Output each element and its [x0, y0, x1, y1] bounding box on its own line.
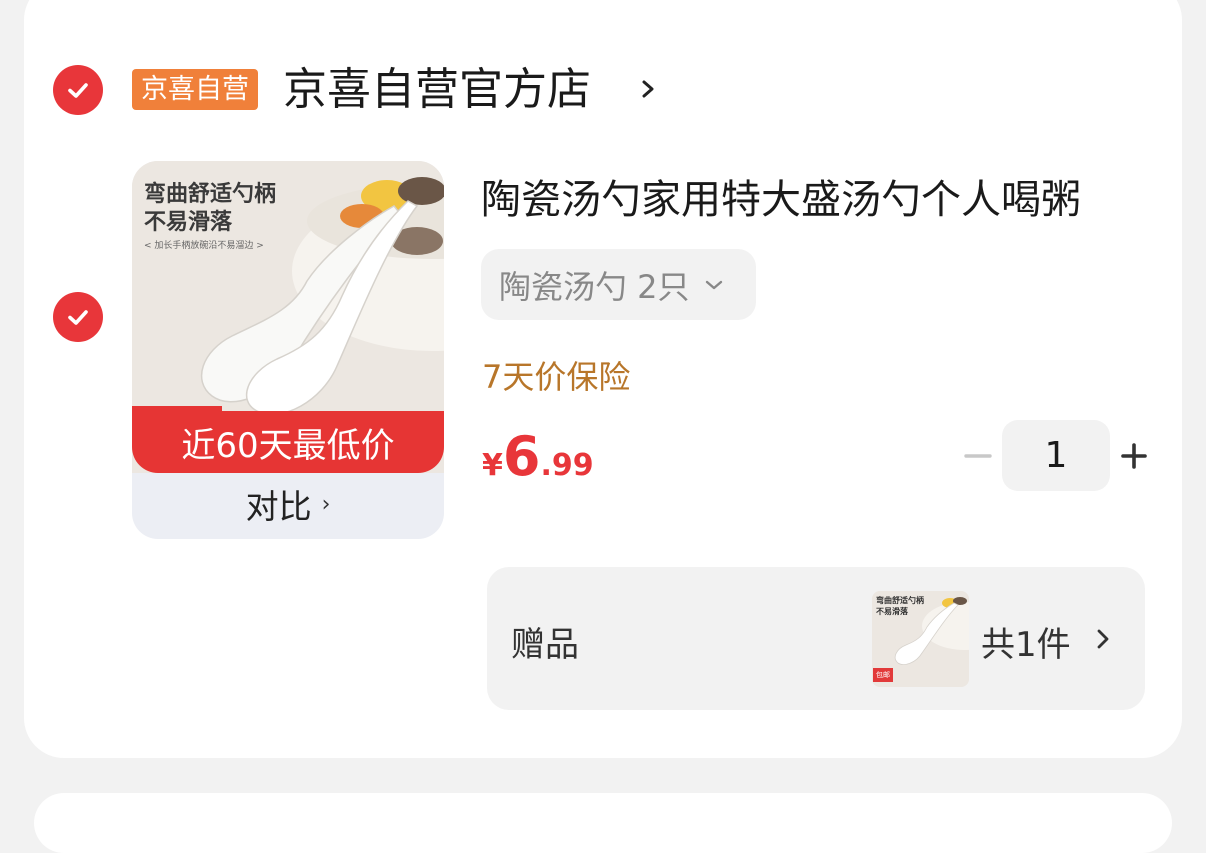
gift-thumb-tag: 包邮 — [873, 668, 893, 682]
image-caption: 弯曲舒适勺柄 不易滑落 — [144, 181, 276, 237]
gift-thumb-caption-line2: 不易滑落 — [876, 607, 908, 616]
price-integer: 6 — [502, 425, 541, 488]
product-image[interactable]: 弯曲舒适勺柄 不易滑落 < 加长手柄放碗沿不易溜边 > 近60天最低价 对比 › — [132, 161, 444, 539]
item-select-checkbox[interactable] — [53, 292, 103, 342]
gift-row[interactable]: 赠品 弯曲舒适勺柄 不易滑落 包邮 共1件 — [487, 567, 1145, 710]
gift-thumb-caption-line1: 弯曲舒适勺柄 — [876, 596, 924, 605]
low-price-banner: 近60天最低价 — [132, 411, 444, 473]
image-caption-small: < 加长手柄放碗沿不易溜边 > — [144, 241, 264, 251]
gift-count: 共1件 — [981, 625, 1071, 665]
gift-thumbnail: 弯曲舒适勺柄 不易滑落 包邮 — [872, 591, 969, 687]
spec-selector[interactable]: 陶瓷汤勺 2只 — [481, 249, 756, 320]
price-decimal: .99 — [540, 448, 594, 483]
chevron-down-icon — [705, 280, 722, 289]
checkmark-icon — [68, 310, 88, 325]
minus-icon[interactable] — [964, 441, 992, 471]
image-caption-line1: 弯曲舒适勺柄 — [144, 182, 277, 207]
quantity-input[interactable]: 1 — [1002, 420, 1110, 491]
chevron-right-icon[interactable] — [636, 74, 660, 104]
next-cart-card — [34, 793, 1172, 853]
chevron-right-icon — [1097, 629, 1109, 649]
product-title[interactable]: 陶瓷汤勺家用特大盛汤勺个人喝粥 — [481, 172, 1081, 228]
price-protection-label: 7天价保险 — [482, 358, 631, 396]
compare-button[interactable]: 对比 › — [132, 479, 444, 529]
compare-label: 对比 — [245, 487, 312, 526]
image-caption-line2: 不易滑落 — [144, 210, 233, 235]
plus-icon[interactable] — [1120, 441, 1148, 471]
gift-label: 赠品 — [511, 625, 579, 665]
store-name-link[interactable]: 京喜自营官方店 — [283, 62, 591, 118]
gift-thumb-caption: 弯曲舒适勺柄 不易滑落 — [876, 595, 924, 617]
spec-value: 陶瓷汤勺 2只 — [499, 267, 690, 306]
chevron-right-icon: › — [321, 491, 331, 517]
price-currency: ¥ — [482, 448, 503, 483]
item-price: ¥6.99 — [482, 425, 594, 488]
store-select-checkbox[interactable] — [53, 65, 103, 115]
checkmark-icon — [68, 83, 88, 98]
store-badge: 京喜自营 — [132, 69, 258, 110]
